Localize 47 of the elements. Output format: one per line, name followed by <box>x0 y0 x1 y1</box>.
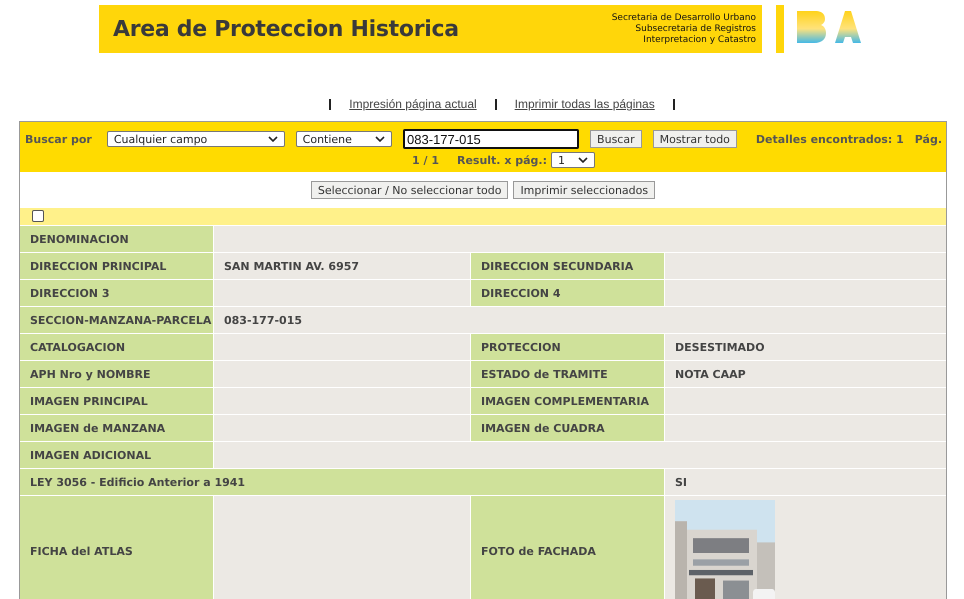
field-label: PROTECCION <box>471 334 664 360</box>
per-page-label: Result. x pág.: <box>456 154 547 166</box>
print-link[interactable]: Impresión página actual <box>349 97 477 111</box>
organization-line: Secretaria de Desarrollo Urbano <box>612 12 756 24</box>
search-label: Buscar por <box>25 132 92 146</box>
field-label: IMAGEN PRINCIPAL <box>20 388 213 414</box>
field-value: SI <box>665 469 946 495</box>
search-button[interactable]: Buscar <box>590 130 642 148</box>
field-label: IMAGEN COMPLEMENTARIA <box>471 388 664 414</box>
field-label: DIRECCION 4 <box>471 280 664 306</box>
field-label: LEY 3056 - Edificio Anterior a 1941 <box>20 469 664 495</box>
field-dropdown[interactable]: Cualquier campo <box>106 131 285 147</box>
caret-icon <box>578 157 588 163</box>
print-link[interactable]: Imprimir todas las páginas <box>514 97 655 111</box>
field-value: 083-177-015 <box>214 307 946 333</box>
page-count: 1 / 1 <box>412 154 439 166</box>
record-checkbox[interactable] <box>32 210 44 222</box>
field-label: DIRECCION SECUNDARIA <box>471 253 664 279</box>
field-label: SECCION-MANZANA-PARCELA <box>20 307 213 333</box>
page-label: Pág. <box>914 132 942 146</box>
field-label: FOTO de FACHADA <box>471 496 664 599</box>
field-label: IMAGEN de MANZANA <box>20 415 213 441</box>
organization-line: Subsecretaria de Registros <box>635 24 756 34</box>
field-label: DIRECCION 3 <box>20 280 213 306</box>
field-value: DESESTIMADO <box>665 334 946 360</box>
field-label: IMAGEN ADICIONAL <box>20 442 213 468</box>
accent-bar <box>776 5 784 53</box>
page-title: Area de Proteccion Historica <box>113 16 459 42</box>
field-label: DENOMINACION <box>20 226 213 252</box>
field-label: APH Nro y NOMBRE <box>20 361 213 387</box>
search-input[interactable]: 083-177-015 <box>403 129 580 149</box>
field-label: ESTADO de TRAMITE <box>471 361 664 387</box>
field-value: SAN MARTIN AV. 6957 <box>214 253 470 279</box>
caret-icon <box>268 136 278 142</box>
results-count: Detalles encontrados: 1 <box>756 132 904 146</box>
search-button[interactable]: Mostrar todo <box>652 130 737 148</box>
field-label: FICHA del ATLAS <box>20 496 213 599</box>
caret-icon <box>375 136 386 142</box>
selection-button[interactable]: Seleccionar / No seleccionar todo <box>310 181 508 199</box>
field-label: IMAGEN de CUADRA <box>471 415 664 441</box>
field-label: CATALOGACION <box>20 334 213 360</box>
field-value: NOTA CAAP <box>665 361 946 387</box>
match-dropdown[interactable]: Contiene <box>296 131 392 147</box>
per-page-dropdown[interactable]: 1 <box>551 152 595 168</box>
field-label: DIRECCION PRINCIPAL <box>20 253 213 279</box>
selection-button[interactable]: Imprimir seleccionados <box>513 181 656 199</box>
organization-line: Interpretacion y Catastro <box>643 34 756 46</box>
